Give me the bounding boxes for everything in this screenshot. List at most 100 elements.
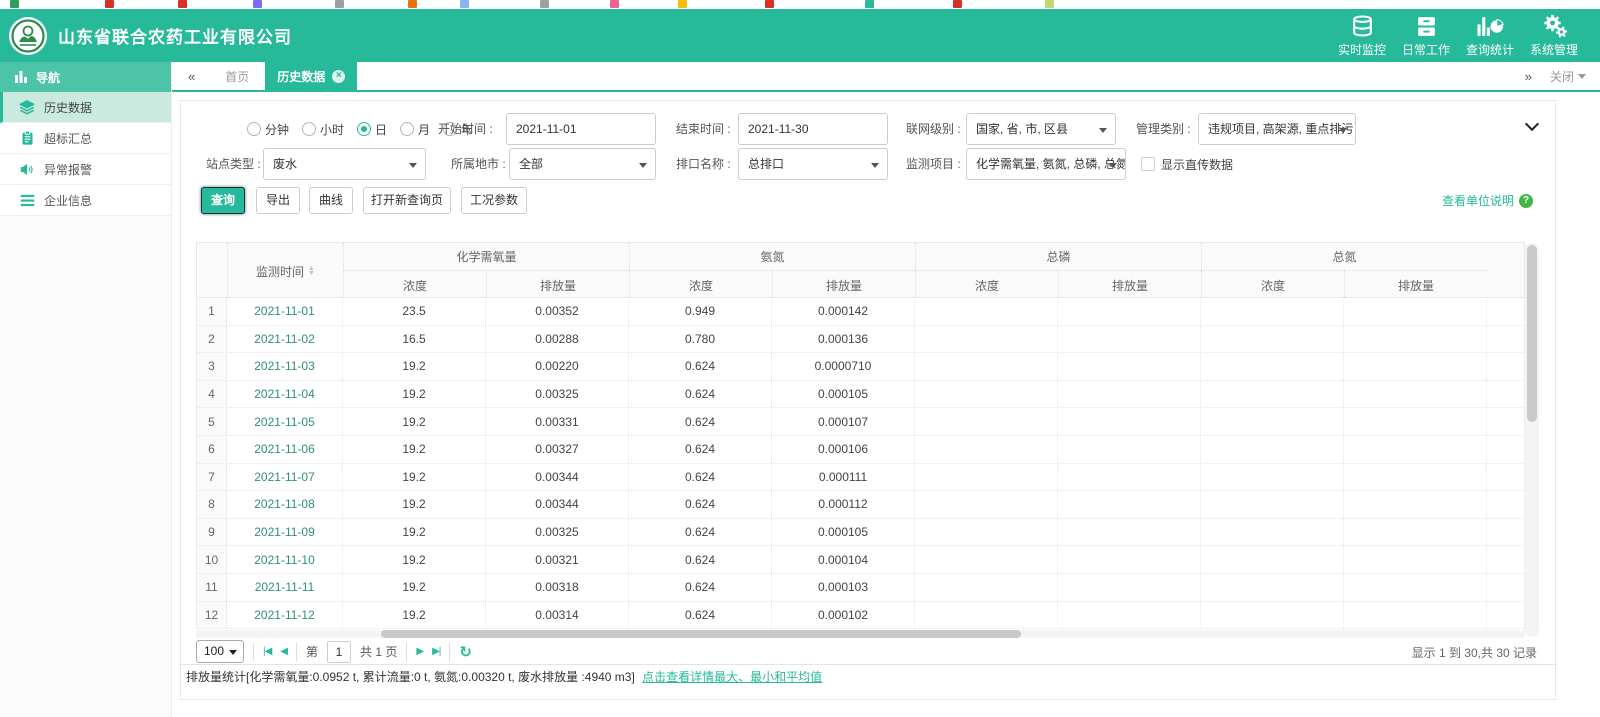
header-nav-database[interactable]: 实时监控 (1330, 13, 1394, 58)
browser-tab-favicon[interactable] (953, 0, 962, 8)
tab-close-icon[interactable]: × (332, 69, 346, 83)
period-radio[interactable]: 月 (400, 121, 430, 138)
table-row[interactable]: 4 2021-11-04 19.2 0.00325 0.624 0.000105 (197, 380, 1524, 409)
stats-detail-link[interactable]: 点击查看详情最大、最小和平均值 (642, 670, 822, 684)
monitor-date-cell[interactable]: 2021-11-09 (227, 518, 343, 546)
sidebar-item[interactable]: 历史数据 (0, 92, 171, 123)
value-cell: 0.00318 (486, 573, 629, 601)
browser-tab-favicon[interactable] (540, 0, 549, 8)
database-icon (1349, 13, 1376, 39)
export-button[interactable]: 导出 (256, 187, 300, 214)
table-row[interactable]: 2 2021-11-02 16.5 0.00288 0.780 0.000136 (197, 325, 1524, 354)
browser-tab-favicon[interactable] (1045, 0, 1054, 8)
last-page-button[interactable]: ▶| (432, 646, 441, 657)
browser-tab-favicon[interactable] (408, 0, 417, 8)
browser-tab-favicon[interactable] (178, 0, 187, 8)
emission-stats-text: 排放量统计[化学需氧量:0.0952 t, 累计流量:0 t, 氨氮:0.003… (186, 670, 635, 684)
filters-collapse-chevron-icon[interactable] (1524, 116, 1540, 132)
period-radio[interactable]: 分钟 (247, 121, 289, 138)
sidebar-item[interactable]: 企业信息 (0, 185, 171, 216)
browser-tab-favicon[interactable] (610, 0, 619, 8)
header-nav-drawer[interactable]: 日常工作 (1394, 13, 1458, 58)
value-cell (1058, 435, 1201, 463)
outlet-name-select[interactable]: 总排口 (738, 148, 888, 180)
monitor-date-cell[interactable]: 2021-11-01 (227, 298, 343, 325)
open-new-query-button[interactable]: 打开新查询页 (363, 187, 451, 214)
table-row[interactable]: 12 2021-11-12 19.2 0.00314 0.624 0.000102 (197, 601, 1524, 630)
table-row[interactable]: 6 2021-11-06 19.2 0.00327 0.624 0.000106 (197, 435, 1524, 464)
time-column-header[interactable]: 监测时间 ▲ ▼ (227, 243, 343, 299)
browser-tab-favicon[interactable] (765, 0, 774, 8)
tab-close-menu[interactable]: 关闭 (1550, 68, 1586, 85)
company-name: 山东省联合农药工业有限公司 (58, 28, 292, 47)
monitor-date-cell[interactable]: 2021-11-04 (227, 380, 343, 408)
refresh-icon[interactable]: ↻ (459, 643, 472, 661)
browser-tab-favicon[interactable] (335, 0, 344, 8)
network-level-label: 联网级别 : (906, 122, 961, 136)
monitor-date-cell[interactable]: 2021-11-02 (227, 325, 343, 353)
table-row[interactable]: 5 2021-11-05 19.2 0.00331 0.624 0.000107 (197, 408, 1524, 436)
first-page-button[interactable]: |◀ (263, 646, 272, 657)
page-number-input[interactable]: 1 (327, 640, 352, 663)
browser-tab-favicon[interactable] (253, 0, 262, 8)
column-group-header: 总磷 (915, 243, 1201, 271)
monitor-date-cell[interactable]: 2021-11-12 (227, 601, 343, 629)
table-row[interactable]: 1 2021-11-01 23.5 0.00352 0.949 0.000142 (197, 298, 1524, 326)
table-row[interactable]: 9 2021-11-09 19.2 0.00325 0.624 0.000105 (197, 518, 1524, 547)
station-type-select[interactable]: 废水 (263, 148, 426, 180)
monitor-date-cell[interactable]: 2021-11-03 (227, 353, 343, 380)
sort-icon[interactable]: ▲ ▼ (308, 265, 315, 277)
query-button[interactable]: 查询 (201, 187, 245, 214)
condition-params-button[interactable]: 工况参数 (461, 187, 527, 214)
monitor-date-cell[interactable]: 2021-11-10 (227, 546, 343, 573)
radio-icon (357, 122, 372, 136)
unit-help-link[interactable]: 查看单位说明 ? (1442, 192, 1533, 209)
table-row[interactable]: 3 2021-11-03 19.2 0.00220 0.624 0.0000710 (197, 353, 1524, 381)
start-time-input[interactable]: 2021-11-01 (506, 113, 656, 145)
header-nav-label: 日常工作 (1401, 43, 1450, 57)
browser-tab-favicon[interactable] (865, 0, 874, 8)
sidebar-item[interactable]: 超标汇总 (0, 123, 171, 154)
curve-button[interactable]: 曲线 (309, 187, 353, 214)
period-radio[interactable]: 日 (357, 121, 387, 138)
tab-scroll-left-icon[interactable]: « (172, 62, 209, 90)
table-row[interactable]: 8 2021-11-08 19.2 0.00344 0.624 0.000112 (197, 491, 1524, 519)
show-direct-data-checkbox[interactable]: 显示直传数据 (1141, 148, 1233, 180)
monitor-date-cell[interactable]: 2021-11-06 (227, 435, 343, 463)
monitor-items-select[interactable]: 化学需氧量, 氨氮, 总磷, 总氮 (966, 148, 1126, 180)
header-nav-gears[interactable]: 系统管理 (1522, 13, 1586, 58)
management-type-select[interactable]: 违规项目, 高架源, 重点排污 (1198, 113, 1356, 145)
tab-home[interactable]: 首页 (209, 62, 265, 90)
table-horizontal-scrollbar[interactable] (196, 630, 1525, 638)
header-nav-chart[interactable]: 查询统计 (1458, 13, 1522, 58)
page-size-select[interactable]: 100 (196, 640, 244, 663)
table-row[interactable]: 7 2021-11-07 19.2 0.00344 0.624 0.000111 (197, 463, 1524, 492)
value-cell (1058, 325, 1201, 353)
browser-tab-favicon[interactable] (105, 0, 114, 8)
network-level-select[interactable]: 国家, 省, 市, 区县 (966, 113, 1116, 145)
monitor-date-cell[interactable]: 2021-11-05 (227, 408, 343, 435)
monitor-date-cell[interactable]: 2021-11-08 (227, 491, 343, 518)
city-select[interactable]: 全部 (509, 148, 656, 180)
period-radio[interactable]: 小时 (302, 121, 344, 138)
sidebar-item[interactable]: 异常报警 (0, 154, 171, 185)
checkbox-icon (1141, 157, 1155, 171)
next-page-button[interactable]: ▶ (416, 646, 424, 657)
row-number-cell: 2 (197, 325, 227, 353)
end-time-input[interactable]: 2021-11-30 (738, 113, 888, 145)
browser-tab-favicon[interactable] (460, 0, 469, 8)
select-caret-icon (409, 163, 417, 168)
scrollbar-thumb[interactable] (1527, 245, 1537, 423)
tab-history-data[interactable]: 历史数据 × (265, 62, 358, 90)
monitor-date-cell[interactable]: 2021-11-11 (227, 573, 343, 601)
scrollbar-thumb[interactable] (381, 630, 1021, 638)
value-cell (915, 518, 1058, 546)
table-row[interactable]: 11 2021-11-11 19.2 0.00318 0.624 0.000103 (197, 573, 1524, 602)
table-vertical-scrollbar[interactable] (1525, 243, 1539, 637)
table-row[interactable]: 10 2021-11-10 19.2 0.00321 0.624 0.000104 (197, 546, 1524, 574)
browser-tab-favicon[interactable] (10, 0, 19, 8)
prev-page-button[interactable]: ◀ (280, 646, 288, 657)
tab-scroll-right-icon[interactable]: » (1525, 69, 1532, 84)
monitor-date-cell[interactable]: 2021-11-07 (227, 463, 343, 491)
browser-tab-favicon[interactable] (678, 0, 687, 8)
